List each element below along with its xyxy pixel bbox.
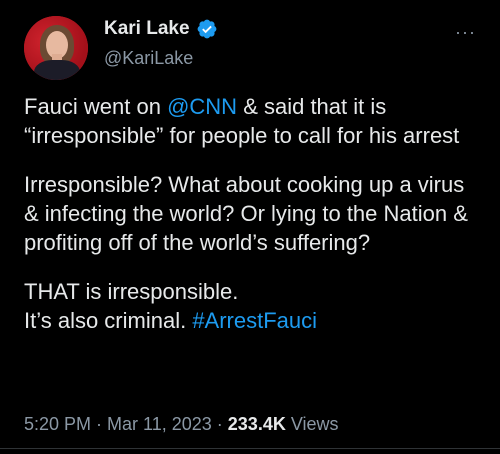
hashtag-link[interactable]: #ArrestFauci <box>192 308 317 333</box>
tweet-time[interactable]: 5:20 PM <box>24 414 91 434</box>
author-name[interactable]: Kari Lake <box>104 18 190 40</box>
tweet-paragraph-2: Irresponsible? What about cooking up a v… <box>24 172 468 255</box>
author-name-row: Kari Lake <box>104 18 218 40</box>
mention-link[interactable]: @CNN <box>167 94 237 119</box>
tweet-meta: 5:20 PM · Mar 11, 2023 · 233.4K Views <box>24 414 339 435</box>
tweet-paragraph-1: Fauci went on @CNN & said that it is “ir… <box>24 92 484 150</box>
meta-separator: · <box>91 414 108 434</box>
divider <box>0 448 500 449</box>
views-label: Views <box>285 414 339 434</box>
avatar-body <box>34 60 80 80</box>
author-handle[interactable]: @KariLake <box>104 48 193 69</box>
views-count[interactable]: 233.4K <box>228 414 286 434</box>
tweet-date[interactable]: Mar 11, 2023 <box>107 414 212 434</box>
meta-separator: · <box>211 414 228 434</box>
more-icon[interactable]: ··· <box>455 22 476 43</box>
verified-badge-icon <box>197 19 216 39</box>
tweet-text-span: THAT is irresponsible. <box>24 279 239 304</box>
tweet-card: Kari Lake @KariLake ··· Fauci went on @C… <box>0 0 500 454</box>
avatar[interactable] <box>24 16 88 80</box>
tweet-paragraph-3: THAT is irresponsible. It’s also criminal… <box>24 277 484 335</box>
tweet-text-span: Fauci went on <box>24 94 168 119</box>
tweet-text: Fauci went on @CNN & said that it is “ir… <box>24 92 484 355</box>
tweet-text-span: It’s also criminal. <box>24 308 193 333</box>
